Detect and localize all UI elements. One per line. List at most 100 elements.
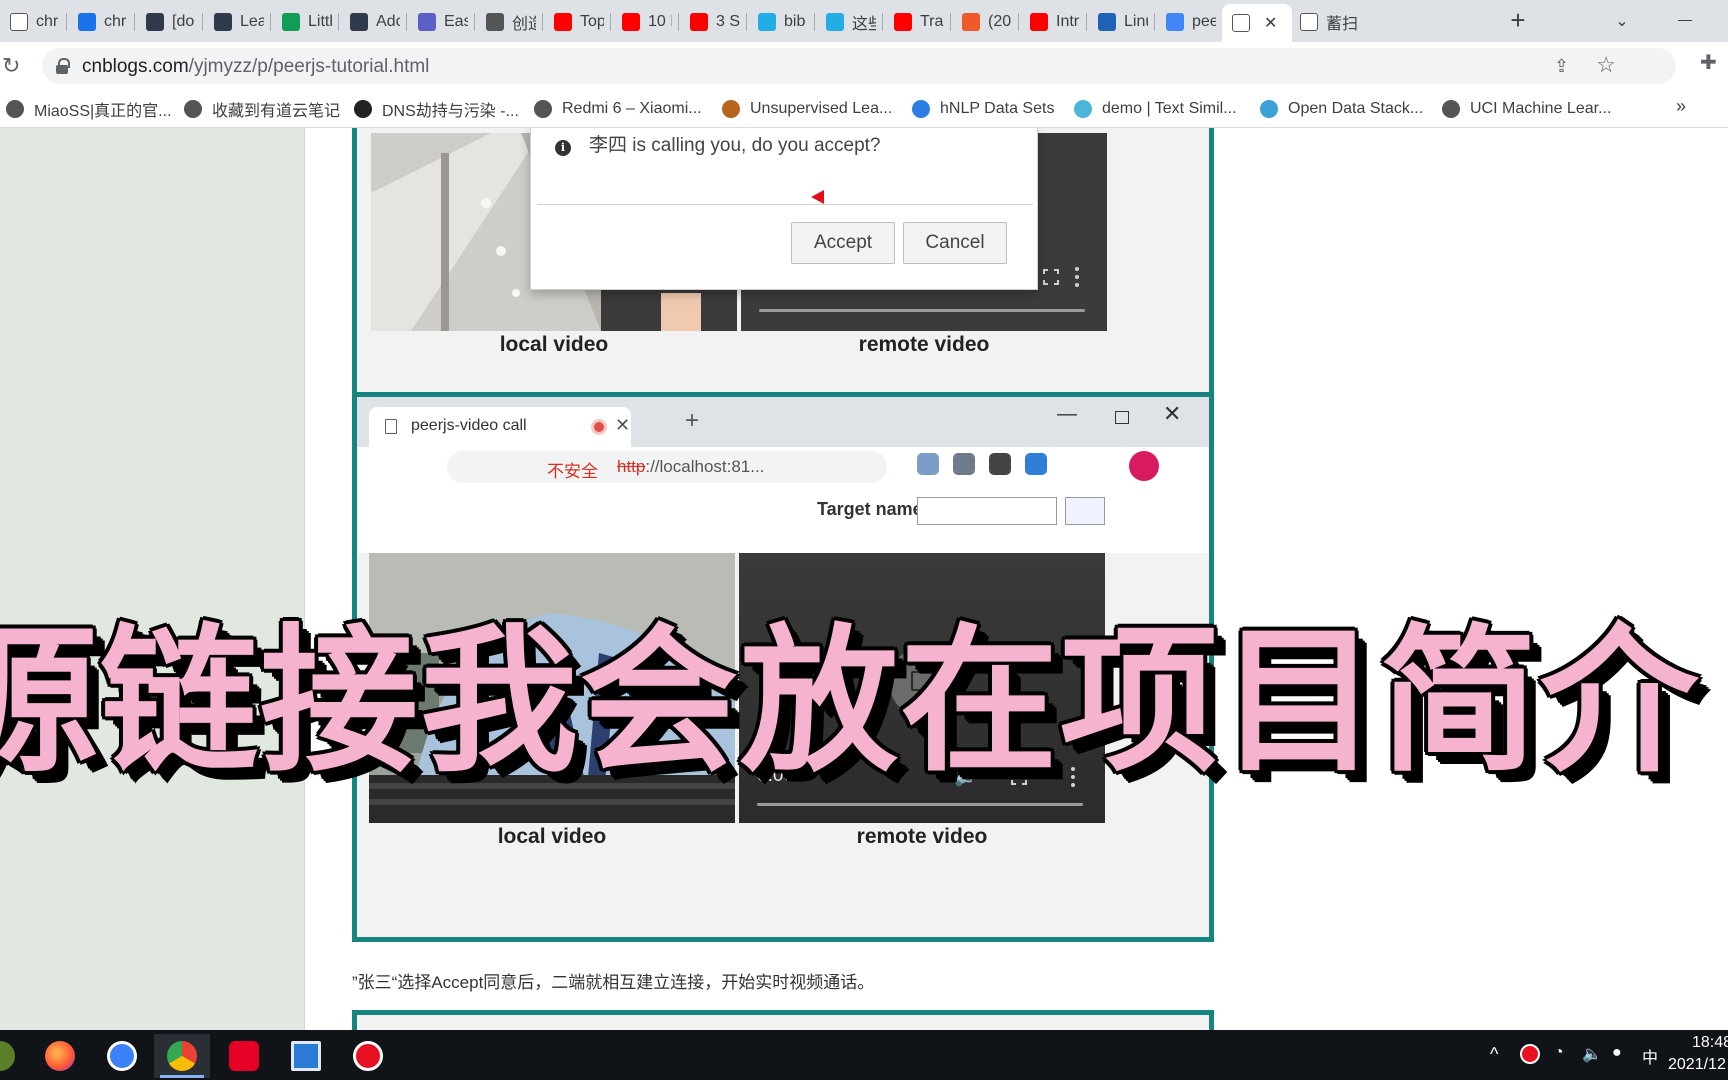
bookmark-label: Unsupervised Lea... [750, 100, 893, 117]
call-form: Target name: [357, 491, 1209, 553]
document-icon [385, 419, 397, 434]
tab-separator [678, 13, 679, 31]
tab-search-chevron-icon[interactable]: ⌄ [1608, 8, 1636, 36]
inner-tab-title: peerjs-video call [411, 417, 527, 434]
address-bar[interactable]: cnblogs.com/yjmyzz/p/peerjs-tutorial.htm… [42, 48, 1676, 84]
record-icon [353, 1041, 383, 1071]
inner-minimize-button[interactable]: — [1057, 403, 1077, 426]
inner-profile-avatar[interactable] [1129, 451, 1159, 481]
bookmarks-overflow-button[interactable]: » [1676, 96, 1686, 117]
extension-icon[interactable] [953, 453, 975, 475]
cancel-button[interactable]: Cancel [903, 222, 1007, 264]
recording-indicator-icon [591, 419, 607, 435]
file-explorer-taskbar-icon[interactable] [278, 1034, 334, 1078]
recorder-taskbar-icon[interactable] [340, 1034, 396, 1078]
browser-tab[interactable]: Littl [272, 6, 332, 38]
bookmark-star-icon[interactable]: ☆ [1596, 52, 1616, 78]
close-tab-icon[interactable]: ✕ [1264, 13, 1277, 33]
bookmark-item[interactable]: 收藏到有道云笔记 [184, 96, 340, 122]
windows-taskbar: ^ ◔ 🔈 ● 中 18:48 2021/12 [0, 1030, 1728, 1080]
bookmark-item[interactable]: demo | Text Simil... [1074, 96, 1237, 122]
lock-icon[interactable] [56, 58, 70, 74]
extensions-puzzle-icon[interactable]: ✚ [1700, 50, 1717, 75]
tab-separator [338, 13, 339, 31]
accept-button[interactable]: Accept [791, 222, 895, 264]
browser-tab[interactable]: Linu [1088, 6, 1148, 38]
browser-tab[interactable]: chr [0, 6, 60, 38]
share-icon[interactable]: ⇪ [1554, 56, 1576, 78]
close-tab-icon[interactable]: ✕ [615, 415, 630, 436]
bookmark-item[interactable]: hNLP Data Sets [912, 96, 1054, 122]
browser-tab[interactable]: bib [748, 6, 808, 38]
browser-tab[interactable]: Top [544, 6, 604, 38]
target-name-input[interactable] [917, 497, 1057, 525]
window-minimize-button[interactable] [1666, 4, 1706, 34]
browser-tab[interactable]: 10 I [612, 6, 672, 38]
url-text[interactable]: cnblogs.com/yjmyzz/p/peerjs-tutorial.htm… [82, 56, 429, 78]
browser-tab[interactable]: 创造 [476, 6, 536, 38]
extension-icon[interactable] [989, 453, 1011, 475]
browser-tab[interactable]: Adc [340, 6, 400, 38]
bookmark-item[interactable]: MiaoSS|真正的官... [6, 96, 172, 122]
chrome-taskbar-icon[interactable] [154, 1034, 210, 1078]
tab-label: Eas [444, 13, 468, 30]
new-tab-button[interactable]: + [1502, 6, 1534, 36]
browser-tab[interactable]: pee [1156, 6, 1216, 38]
dialog-divider [537, 204, 1033, 205]
tray-overflow-icon[interactable]: ^ [1490, 1044, 1498, 1065]
browser-tab[interactable]: ✕ [1222, 4, 1292, 42]
tab-label: 蓄扫 [1326, 16, 1358, 33]
browser-tab[interactable]: Intr [1020, 6, 1080, 38]
inner-close-window-button[interactable]: ✕ [1163, 401, 1181, 427]
bookmark-item[interactable]: Unsupervised Lea... [722, 96, 892, 122]
browser-tab[interactable]: Trai [884, 6, 944, 38]
firefox-taskbar-icon[interactable] [32, 1034, 88, 1078]
tab-label: chr [36, 13, 59, 30]
shield-icon [78, 13, 96, 31]
bookmark-item[interactable]: DNS劫持与污染 -... [354, 96, 519, 122]
inner-new-tab-button[interactable]: + [685, 407, 699, 435]
bookmark-favicon-icon [534, 100, 552, 118]
fullscreen-icon[interactable] [1043, 269, 1059, 285]
tab-separator [202, 13, 203, 31]
clock-date[interactable]: 2021/12 [1668, 1056, 1726, 1074]
tab-label: pee [1192, 13, 1216, 30]
video-options-icon[interactable] [1075, 267, 1079, 287]
video-progress-bar[interactable] [759, 309, 1085, 312]
netease-music-taskbar-icon[interactable] [216, 1034, 272, 1078]
feishu-taskbar-icon[interactable] [94, 1034, 150, 1078]
figure-caption: ”张三“选择Accept同意后，二端就相互建立连接，开始实时视频通话。 [352, 973, 875, 992]
bookmark-favicon-icon [184, 100, 202, 118]
browser-tab[interactable]: chr [68, 6, 128, 38]
reload-icon[interactable]: ↻ [2, 52, 30, 80]
inner-address-bar[interactable]: 不安全 http://localhost:81... [447, 451, 887, 483]
browser-tab[interactable]: 这些 [816, 6, 876, 38]
bookmark-favicon-icon [354, 100, 372, 118]
bookmark-item[interactable]: UCI Machine Lear... [1442, 96, 1611, 122]
volume-icon[interactable]: 🔈 [1582, 1044, 1602, 1064]
clock-time[interactable]: 18:48 [1692, 1034, 1728, 1052]
browser-tab[interactable]: (20 [952, 6, 1012, 38]
extension-icon[interactable] [917, 453, 939, 475]
bookmark-item[interactable]: Open Data Stack... [1260, 96, 1423, 122]
wifi-icon[interactable]: ◔ [1554, 1044, 1564, 1062]
bookmark-item[interactable]: Redmi 6 – Xiaomi... [534, 96, 702, 122]
taskbar-app-icon[interactable] [0, 1034, 28, 1078]
inner-maximize-button[interactable] [1115, 411, 1129, 424]
remote-video-label: remote video [856, 825, 988, 848]
browser-tab[interactable]: [do [136, 6, 196, 38]
qq-icon[interactable]: ● [1612, 1044, 1622, 1062]
browser-tab[interactable]: 蓄扫 [1290, 6, 1358, 38]
app-icon [0, 1041, 15, 1071]
lfe-icon [350, 13, 368, 31]
inner-browser-tab[interactable]: peerjs-video call ✕ [369, 407, 631, 447]
call-button[interactable] [1065, 497, 1105, 525]
video-progress-bar[interactable] [757, 803, 1083, 806]
browser-tab[interactable]: Lea [204, 6, 264, 38]
tray-record-icon[interactable] [1520, 1044, 1540, 1064]
ime-indicator[interactable]: 中 [1642, 1044, 1658, 1068]
extension-icon[interactable] [1025, 453, 1047, 475]
browser-tab[interactable]: Eas [408, 6, 468, 38]
bookmark-favicon-icon [1074, 100, 1092, 118]
browser-tab[interactable]: 3 St [680, 6, 740, 38]
